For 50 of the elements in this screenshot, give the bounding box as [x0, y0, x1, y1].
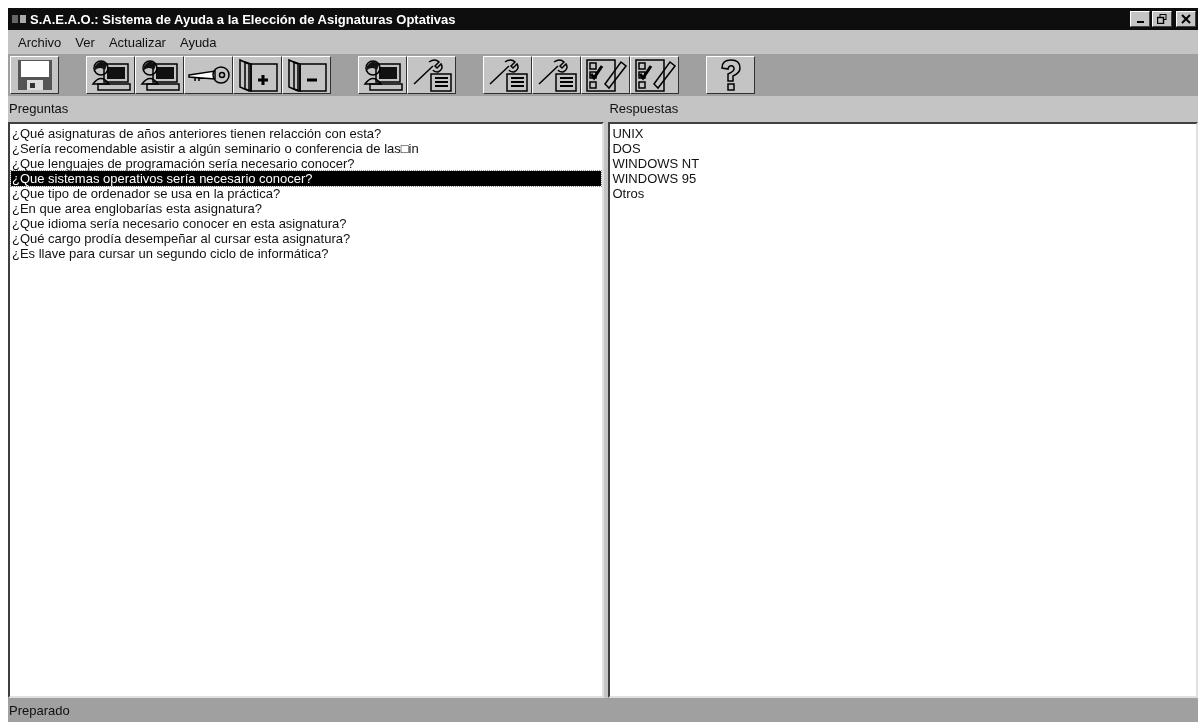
- list-item[interactable]: WINDOWS 95: [611, 171, 1195, 186]
- toolbar-button[interactable]: [532, 56, 581, 94]
- key-icon: [186, 63, 231, 87]
- restore-icon: [1157, 14, 1167, 24]
- menu-item[interactable]: Ver: [69, 34, 101, 50]
- close-icon: [1181, 14, 1191, 24]
- minimize-icon: [1136, 21, 1144, 23]
- menu-item[interactable]: Actualizar: [102, 34, 172, 50]
- toolbar-button[interactable]: [233, 56, 282, 94]
- list-item[interactable]: ¿Que idioma sería necesario conocer en esta asignatura?: [11, 216, 602, 231]
- toolbar-button[interactable]: [706, 56, 755, 94]
- restore-button[interactable]: [1152, 11, 1172, 27]
- app-icon: [12, 14, 26, 24]
- toolbar-button[interactable]: [581, 56, 630, 94]
- toolbar-button[interactable]: [630, 56, 679, 94]
- list-item[interactable]: ¿Que sistemas operativos sería necesario conocer?: [11, 171, 602, 186]
- book-plus-icon: [236, 58, 279, 92]
- list-item[interactable]: UNIX: [611, 126, 1195, 141]
- person-computer-icon: [361, 58, 404, 92]
- status-text: Preparado: [9, 702, 70, 718]
- pane-label: Preguntas: [8, 100, 70, 118]
- list-item[interactable]: ¿Que lenguajes de programación sería necesario conocer?: [11, 156, 602, 171]
- list-item[interactable]: DOS: [611, 141, 1195, 156]
- close-button[interactable]: [1176, 11, 1196, 27]
- person-computer-icon: [138, 58, 181, 92]
- list-item[interactable]: ¿Qué asignaturas de años anteriores tienen relacción con esta?: [11, 126, 602, 141]
- checklist-pencil-icon: [633, 58, 676, 92]
- list-item[interactable]: ¿Sería recomendable asistir a algún seminario o conferencia de las□in: [11, 141, 602, 156]
- toolbar-button[interactable]: [282, 56, 331, 94]
- toolbar-button[interactable]: [135, 56, 184, 94]
- list-item[interactable]: ¿Es llave para cursar un segundo ciclo de informática?: [11, 246, 602, 261]
- minimize-button[interactable]: [1130, 11, 1150, 27]
- toolbar-button[interactable]: [407, 56, 456, 94]
- toolbar-button[interactable]: [86, 56, 135, 94]
- toolbar-button[interactable]: [483, 56, 532, 94]
- list-item[interactable]: ¿Que tipo de ordenador se usa en la práctica?: [11, 186, 602, 201]
- toolbar-button[interactable]: [184, 56, 233, 94]
- pane-label: Respuestas: [608, 100, 680, 118]
- list-item[interactable]: Otros: [611, 186, 1195, 201]
- checklist-pencil-icon: [584, 58, 627, 92]
- person-computer-icon: [89, 58, 132, 92]
- window-title: S.A.E.A.O.: Sistema de Ayuda a la Elección de Asignaturas Optativas: [30, 11, 457, 27]
- list-item[interactable]: ¿Qué cargo prodía desempeñar al cursar esta asignatura?: [11, 231, 602, 246]
- list-item[interactable]: WINDOWS NT: [611, 156, 1195, 171]
- toolbar-button[interactable]: [358, 56, 407, 94]
- book-minus-icon: [285, 58, 328, 92]
- toolbar-button[interactable]: [10, 56, 59, 94]
- menu-item[interactable]: Ayuda: [173, 34, 223, 50]
- list-item[interactable]: ¿En que area englobarías esta asignatura?: [11, 201, 602, 216]
- menu-item[interactable]: Archivo: [12, 34, 68, 50]
